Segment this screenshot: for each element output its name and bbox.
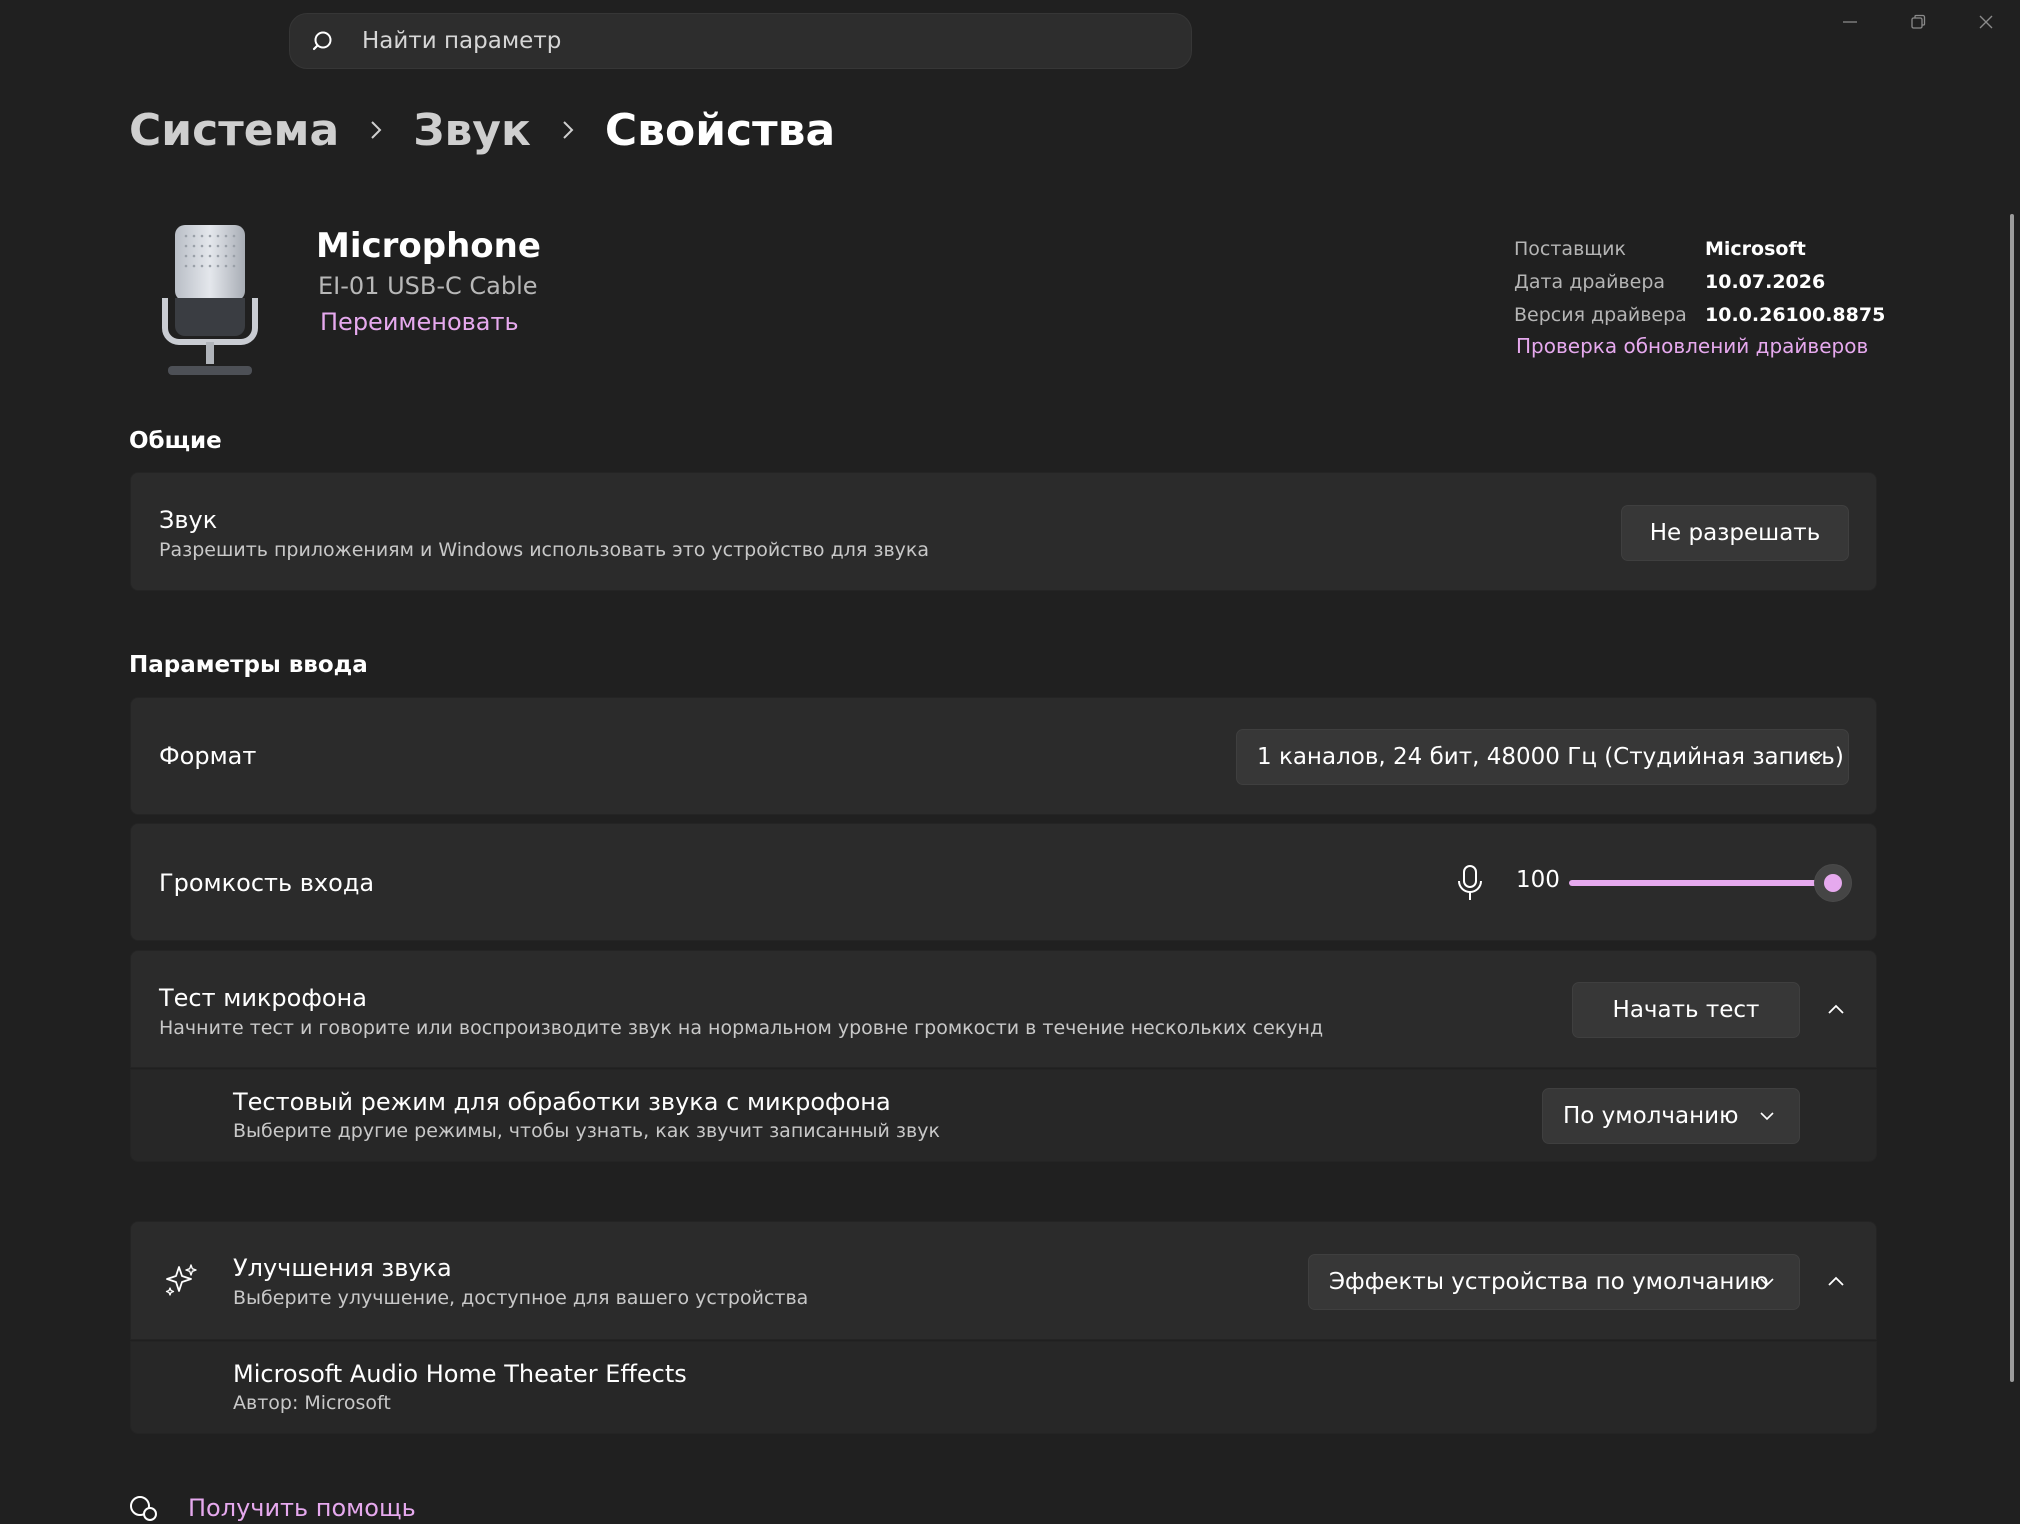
chevron-down-icon bbox=[1760, 1112, 1774, 1121]
enhancements-card: Улучшения звука Выберите улучшение, дост… bbox=[130, 1221, 1877, 1340]
breadcrumb-system[interactable]: Система bbox=[129, 105, 339, 156]
minimize-icon bbox=[1843, 21, 1857, 23]
format-title: Формат bbox=[159, 742, 257, 770]
window-controls bbox=[1816, 0, 2020, 44]
driver-value: 10.07.2026 bbox=[1705, 270, 1826, 293]
enhancements-title: Улучшения звука bbox=[233, 1254, 452, 1282]
check-driver-updates-link[interactable]: Проверка обновлений драйверов bbox=[1516, 334, 1868, 358]
collapse-button[interactable] bbox=[1816, 990, 1856, 1030]
rename-link[interactable]: Переименовать bbox=[320, 308, 519, 336]
mic-test-title: Тест микрофона bbox=[159, 984, 367, 1012]
format-value: 1 каналов, 24 бит, 48000 Гц (Студийная з… bbox=[1257, 744, 1844, 770]
page-title: Свойства bbox=[604, 104, 836, 156]
chevron-up-icon bbox=[1828, 1276, 1844, 1286]
driver-row-date: Дата драйвера 10.07.2026 bbox=[1514, 265, 1994, 298]
get-help-link[interactable]: Получить помощь bbox=[188, 1494, 416, 1522]
mic-test-card: Тест микрофона Начните тест и говорите и… bbox=[130, 950, 1877, 1068]
driver-value: Microsoft bbox=[1705, 237, 1806, 260]
driver-label: Дата драйвера bbox=[1514, 270, 1666, 293]
search-icon bbox=[312, 31, 332, 51]
enhancements-description: Выберите улучшение, доступное для вашего… bbox=[233, 1287, 809, 1309]
chevron-down-icon bbox=[1809, 753, 1823, 762]
driver-row-vendor: Поставщик Microsoft bbox=[1514, 232, 1994, 265]
enhancements-value: Эффекты устройства по умолчанию bbox=[1329, 1269, 1769, 1295]
chevron-right-icon bbox=[531, 119, 605, 141]
scrollbar[interactable] bbox=[2010, 214, 2014, 1382]
help-icon bbox=[130, 1496, 157, 1521]
driver-info: Поставщик Microsoft Дата драйвера 10.07.… bbox=[1514, 232, 1994, 331]
driver-value: 10.0.26100.8875 bbox=[1705, 303, 1886, 326]
enhancement-item-card: Microsoft Audio Home Theater Effects Авт… bbox=[130, 1341, 1877, 1434]
enhancements-dropdown[interactable]: Эффекты устройства по умолчанию bbox=[1308, 1254, 1800, 1310]
restore-button[interactable] bbox=[1884, 0, 1952, 44]
deny-button[interactable]: Не разрешать bbox=[1621, 505, 1849, 561]
input-volume-title: Громкость входа bbox=[159, 869, 375, 897]
format-card: Формат 1 каналов, 24 бит, 48000 Гц (Студ… bbox=[130, 697, 1877, 815]
collapse-button[interactable] bbox=[1816, 1262, 1856, 1302]
chevron-down-icon bbox=[1760, 1278, 1774, 1287]
test-mode-description: Выберите другие режимы, чтобы узнать, ка… bbox=[233, 1120, 940, 1142]
device-model: EI-01 USB-C Cable bbox=[318, 272, 538, 300]
driver-row-version: Версия драйвера 10.0.26100.8875 bbox=[1514, 298, 1994, 331]
format-dropdown[interactable]: 1 каналов, 24 бит, 48000 Гц (Студийная з… bbox=[1236, 729, 1849, 785]
sound-access-description: Разрешить приложениям и Windows использо… bbox=[159, 539, 930, 561]
driver-label: Поставщик bbox=[1514, 237, 1626, 260]
start-test-button[interactable]: Начать тест bbox=[1572, 982, 1800, 1038]
section-title-general: Общие bbox=[129, 428, 222, 454]
enhancement-item-title: Microsoft Audio Home Theater Effects bbox=[233, 1360, 687, 1388]
sound-access-card: Звук Разрешить приложениям и Windows исп… bbox=[130, 472, 1877, 591]
volume-slider-thumb-fill bbox=[1824, 874, 1842, 892]
test-mode-card: Тестовый режим для обработки звука с мик… bbox=[130, 1069, 1877, 1162]
close-button[interactable] bbox=[1952, 0, 2020, 44]
test-mode-title: Тестовый режим для обработки звука с мик… bbox=[233, 1088, 891, 1116]
volume-slider-track[interactable] bbox=[1569, 880, 1833, 886]
restore-icon bbox=[1911, 14, 1926, 29]
volume-slider-thumb[interactable] bbox=[1814, 864, 1852, 902]
enhancement-item-author: Автор: Microsoft bbox=[233, 1392, 391, 1414]
breadcrumb: Система Звук Свойства bbox=[129, 100, 835, 160]
chevron-up-icon bbox=[1828, 1004, 1844, 1014]
search-box[interactable]: Найти параметр bbox=[289, 13, 1192, 69]
microphone-icon[interactable] bbox=[1455, 864, 1485, 902]
section-title-input: Параметры ввода bbox=[129, 652, 368, 678]
search-input[interactable]: Найти параметр bbox=[362, 28, 561, 54]
test-mode-dropdown[interactable]: По умолчанию bbox=[1542, 1088, 1800, 1144]
chevron-right-icon bbox=[339, 119, 413, 141]
driver-label: Версия драйвера bbox=[1514, 303, 1687, 326]
close-icon bbox=[1979, 15, 1993, 29]
mic-test-description: Начните тест и говорите или воспроизводи… bbox=[159, 1017, 1324, 1039]
microphone-device-icon bbox=[162, 225, 258, 375]
device-name: Microphone bbox=[316, 226, 541, 266]
volume-value: 100 bbox=[1516, 867, 1560, 893]
sparkle-icon bbox=[165, 1264, 197, 1296]
minimize-button[interactable] bbox=[1816, 0, 1884, 44]
breadcrumb-sound[interactable]: Звук bbox=[413, 105, 531, 156]
test-mode-value: По умолчанию bbox=[1563, 1103, 1739, 1129]
sound-access-title: Звук bbox=[159, 506, 218, 534]
